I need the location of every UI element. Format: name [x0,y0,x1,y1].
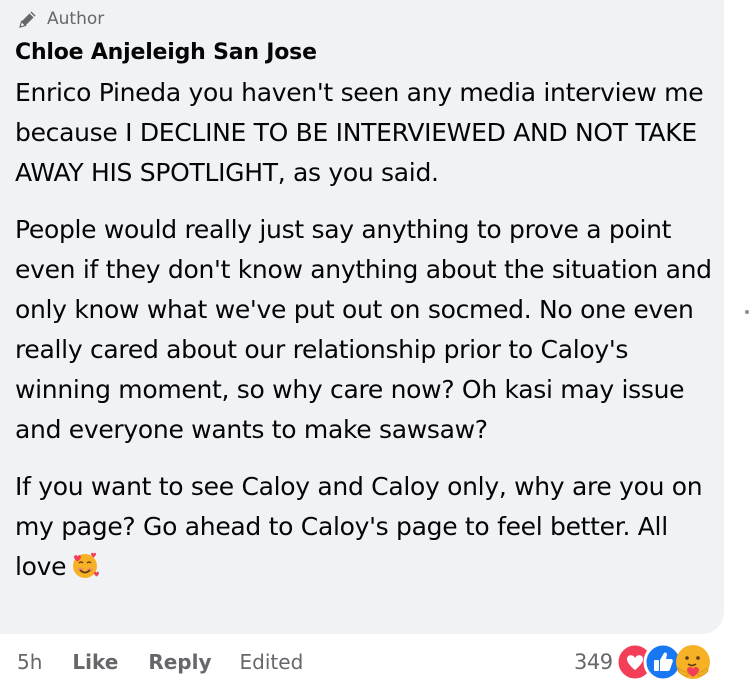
comment-paragraph: If you want to see Caloy and Caloy only,… [15,467,715,587]
care-reaction-icon [675,645,710,679]
scroll-indicator [745,310,749,314]
comment-paragraph: People would really just say anything to… [15,215,712,444]
comment-actions: 5h Like Reply Edited [17,648,303,676]
comment-author-name[interactable]: Chloe Anjeleigh San Jose [15,40,317,65]
comment-body: Enrico Pineda you haven't seen any media… [15,73,715,587]
reply-button[interactable]: Reply [148,650,211,674]
reaction-count: 349 [574,650,613,674]
pencil-icon [17,8,39,30]
comment-timestamp[interactable]: 5h [17,650,42,674]
smiling-face-with-hearts-emoji [70,550,100,580]
comment-paragraph: Enrico Pineda you haven't seen any media… [15,78,704,187]
edited-label[interactable]: Edited [240,650,304,674]
comment-paragraph-text: If you want to see Caloy and Caloy only,… [15,472,703,581]
like-button[interactable]: Like [72,650,118,674]
author-badge: Author [17,7,104,31]
reaction-icons [615,642,715,682]
author-badge-label: Author [47,9,105,29]
comment-bubble: Author Chloe Anjeleigh San Jose Enrico P… [0,0,724,634]
reactions-summary[interactable]: 349 [574,642,715,682]
